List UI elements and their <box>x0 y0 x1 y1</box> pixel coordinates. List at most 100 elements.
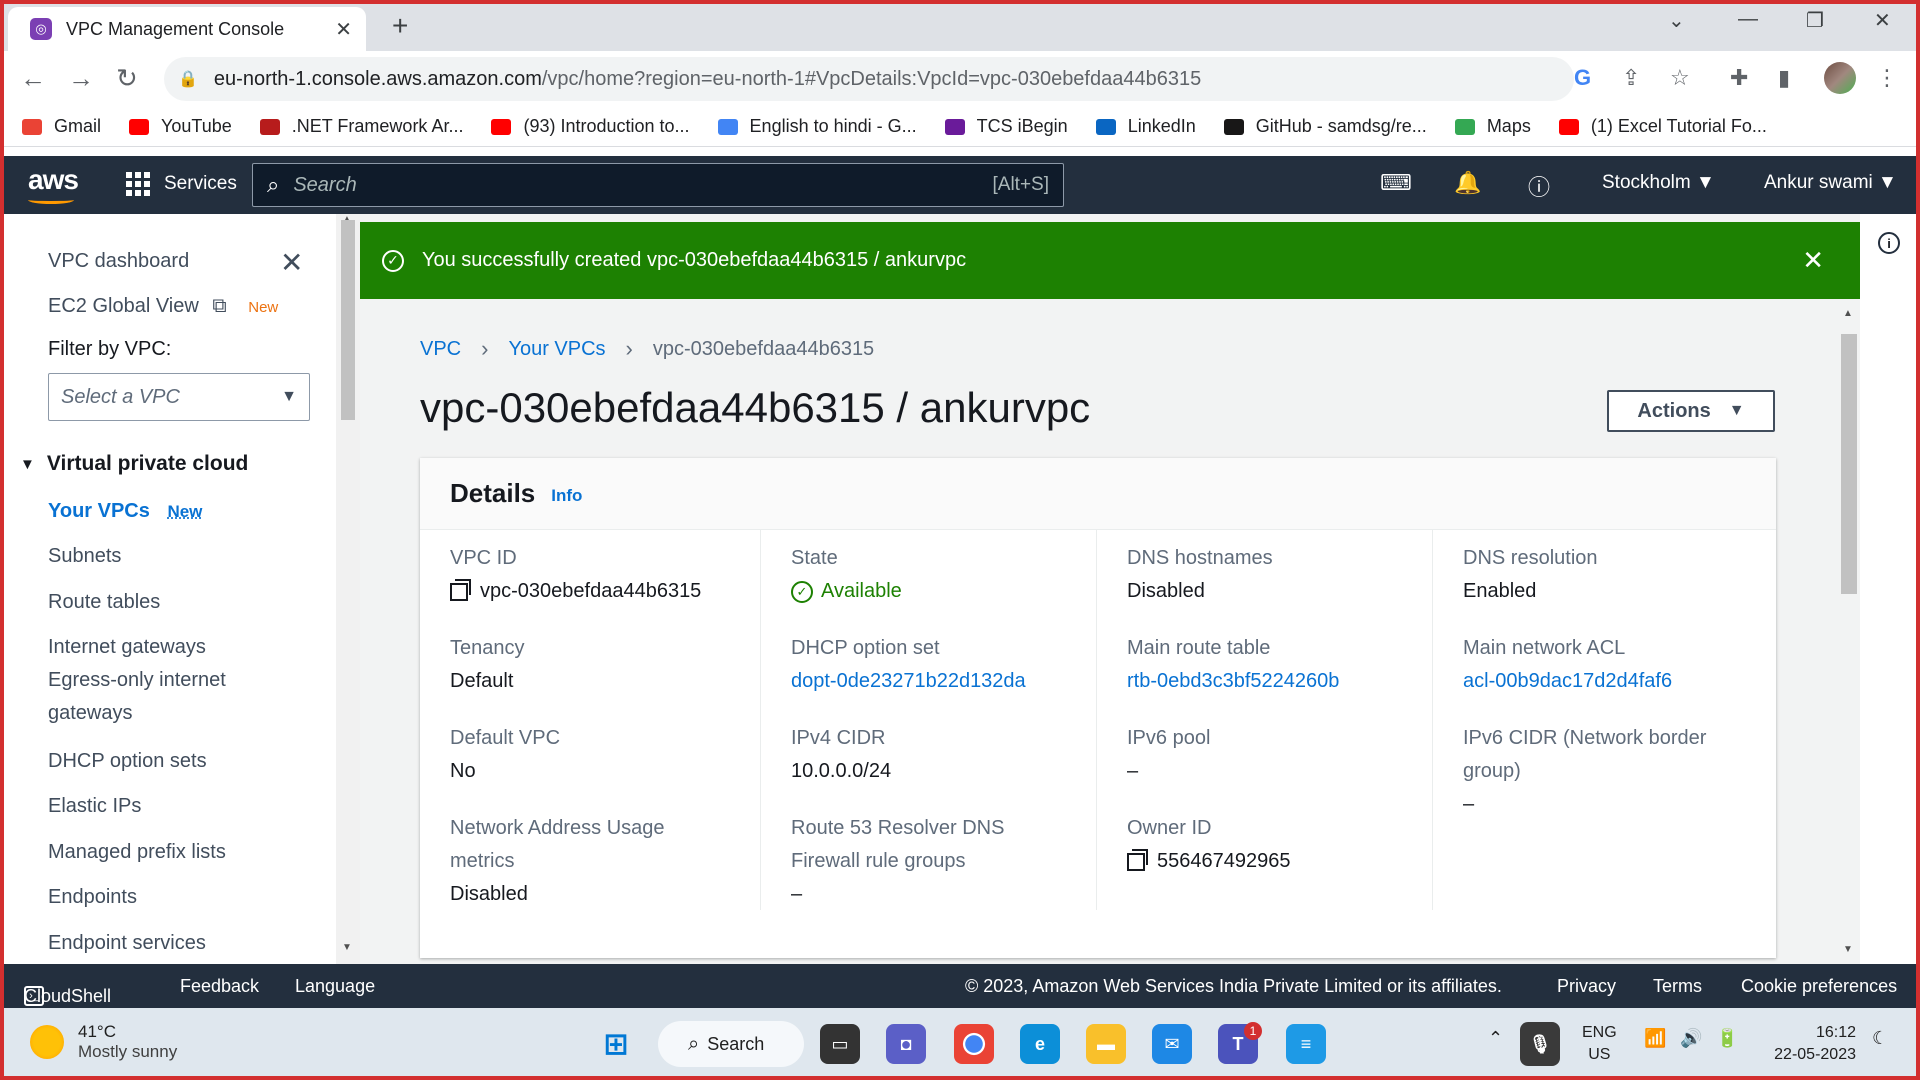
mail-icon[interactable]: ✉ <box>1152 1024 1192 1064</box>
sidebar-item-vpc-dashboard[interactable]: VPC dashboard <box>48 250 189 273</box>
weather-widget[interactable]: 41°C Mostly sunny <box>30 1022 177 1062</box>
sidebar-item-endpoint-services[interactable]: Endpoint services <box>48 932 206 955</box>
notification-center-icon[interactable]: ☾ <box>1872 1028 1888 1049</box>
info-link[interactable]: Info <box>551 486 582 506</box>
scrollbar-thumb[interactable] <box>1841 334 1857 594</box>
sidebar-item-subnets[interactable]: Subnets <box>48 545 121 568</box>
breadcrumb-your-vpcs[interactable]: Your VPCs <box>508 338 605 361</box>
copy-icon[interactable] <box>1127 848 1148 871</box>
notifications-bell-icon[interactable]: 🔔 <box>1454 170 1481 196</box>
google-lens-icon[interactable]: G <box>1574 65 1591 91</box>
tab-search-icon[interactable]: ⌄ <box>1668 8 1685 33</box>
bookmark-item[interactable]: Gmail <box>22 116 101 137</box>
flash-dismiss-icon[interactable]: ✕ <box>1802 245 1824 276</box>
scroll-down-icon[interactable]: ▼ <box>1843 944 1853 955</box>
window-close-icon[interactable]: ✕ <box>1874 8 1891 33</box>
tray-overflow-icon[interactable]: ⌃ <box>1488 1028 1503 1049</box>
help-icon[interactable]: ⓘ <box>1528 170 1550 202</box>
main-scrollbar[interactable]: ▲ ▼ <box>1836 304 1860 964</box>
scroll-down-icon[interactable]: ▼ <box>342 942 352 953</box>
dhcp-link[interactable]: dopt-0de23271b22d132da <box>791 665 1091 698</box>
field-label: DNS hostnames <box>1127 547 1273 569</box>
bookmark-star-icon[interactable]: ☆ <box>1670 65 1690 91</box>
field-label: Network Address Usage metrics <box>450 817 665 872</box>
search-placeholder: Search <box>293 173 357 196</box>
services-menu[interactable]: Services <box>126 172 237 196</box>
main-content: ✓ You successfully created vpc-030ebefda… <box>360 214 1860 964</box>
copy-icon[interactable] <box>450 578 471 601</box>
bookmark-item[interactable]: LinkedIn <box>1095 116 1196 137</box>
network-acl-link[interactable]: acl-00b9dac17d2d4faf6 <box>1463 665 1763 698</box>
sidebar-item-internet-gateways[interactable]: Internet gateways <box>48 636 206 659</box>
chrome-menu-icon[interactable]: ⋮ <box>1876 65 1898 91</box>
bookmark-item[interactable]: (93) Introduction to... <box>491 116 690 137</box>
bookmark-item[interactable]: English to hindi - G... <box>717 116 917 137</box>
aws-search-input[interactable]: ⌕ Search [Alt+S] <box>252 163 1064 207</box>
bookmark-item[interactable]: .NET Framework Ar... <box>259 116 463 137</box>
new-tab-icon[interactable]: + <box>392 10 408 42</box>
language-link[interactable]: Language <box>295 976 375 997</box>
windows-start-icon[interactable]: ⊞ <box>596 1024 636 1064</box>
teams-chat-icon[interactable]: ◘ <box>886 1024 926 1064</box>
bookmark-item[interactable]: GitHub - samdsg/re... <box>1223 116 1427 137</box>
field-main-network-acl: Main network ACL acl-00b9dac17d2d4faf6 <box>1463 632 1763 698</box>
restore-icon[interactable]: ❐ <box>1806 8 1824 33</box>
breadcrumb-current: vpc-030ebefdaa44b6315 <box>652 337 875 360</box>
edge-icon[interactable]: e <box>1020 1024 1060 1064</box>
route-table-link[interactable]: rtb-0ebd3c3bf5224260b <box>1127 665 1427 698</box>
sidebar-item-your-vpcs[interactable]: Your VPCs New <box>48 500 202 523</box>
cloudshell-icon[interactable]: ⌨ <box>1380 170 1412 196</box>
bookmark-item[interactable]: TCS iBegin <box>944 116 1068 137</box>
language-indicator[interactable]: ENG US <box>1582 1022 1617 1066</box>
bookmark-item[interactable]: (1) Excel Tutorial Fo... <box>1558 116 1767 137</box>
back-icon[interactable]: ← <box>20 63 46 94</box>
forward-icon[interactable]: → <box>68 63 94 94</box>
sidebar-item-endpoints[interactable]: Endpoints <box>48 886 137 909</box>
tab-close-icon[interactable]: ✕ <box>335 17 352 42</box>
chrome-icon[interactable] <box>954 1024 994 1064</box>
ipv6-pool-value: – <box>1127 760 1139 782</box>
notepad-icon[interactable]: ≡ <box>1286 1024 1326 1064</box>
extensions-icon[interactable]: ✚ <box>1730 65 1748 91</box>
breadcrumb-vpc[interactable]: VPC <box>420 338 461 361</box>
account-menu[interactable]: Ankur swami ▼ <box>1764 172 1897 194</box>
aws-logo[interactable]: aws <box>28 164 79 196</box>
scroll-up-icon[interactable]: ▲ <box>1843 308 1853 319</box>
cookie-preferences-link[interactable]: Cookie preferences <box>1741 976 1897 997</box>
profile-avatar[interactable] <box>1824 62 1856 94</box>
share-icon[interactable]: ⇪ <box>1622 65 1640 91</box>
bookmark-item[interactable]: Maps <box>1454 116 1531 137</box>
reload-icon[interactable]: ↻ <box>116 63 138 94</box>
section-virtual-private-cloud[interactable]: ▼ Virtual private cloud <box>20 452 248 476</box>
field-owner-id: Owner ID 556467492965 <box>1127 812 1427 878</box>
sidebar-item-managed-prefix-lists[interactable]: Managed prefix lists <box>48 841 226 864</box>
minimize-icon[interactable]: — <box>1738 8 1758 31</box>
sidebar-item-ec2-global-view[interactable]: EC2 Global View ⧉ New <box>48 295 278 318</box>
side-panel-icon[interactable]: ▮ <box>1778 65 1790 91</box>
file-explorer-icon[interactable]: ▬ <box>1086 1024 1126 1064</box>
microphone-icon[interactable]: 🎙 <box>1520 1022 1560 1066</box>
sidebar-close-icon[interactable]: ✕ <box>280 246 303 279</box>
clock[interactable]: 16:12 22-05-2023 <box>1764 1022 1856 1066</box>
taskbar-search[interactable]: ⌕ Search <box>658 1021 804 1067</box>
vpc-filter-select[interactable]: Select a VPC ▼ <box>48 373 310 421</box>
actions-button[interactable]: Actions ▼ <box>1607 390 1775 432</box>
address-bar[interactable]: 🔒 eu-north-1.console.aws.amazon.com/vpc/… <box>164 57 1574 101</box>
sidebar-item-dhcp-option-sets[interactable]: DHCP option sets <box>48 750 207 773</box>
wifi-icon[interactable]: 📶 <box>1644 1028 1666 1049</box>
sidebar-item-egress-only-internet-gateways[interactable]: Egress-only internet gateways <box>48 664 288 730</box>
browser-tab[interactable]: ◎ VPC Management Console ✕ <box>8 7 366 51</box>
battery-icon[interactable]: 🔋 <box>1716 1028 1738 1049</box>
privacy-link[interactable]: Privacy <box>1557 976 1616 997</box>
region-selector[interactable]: Stockholm ▼ <box>1602 172 1715 194</box>
sidebar-item-elastic-ips[interactable]: Elastic IPs <box>48 795 141 818</box>
scrollbar-thumb[interactable] <box>341 220 355 420</box>
task-view-icon[interactable]: ▭ <box>820 1024 860 1064</box>
info-icon[interactable]: i <box>1878 232 1900 254</box>
sidebar-item-route-tables[interactable]: Route tables <box>48 591 160 614</box>
terms-link[interactable]: Terms <box>1653 976 1702 997</box>
feedback-link[interactable]: Feedback <box>180 976 259 997</box>
bookmark-item[interactable]: YouTube <box>129 116 232 137</box>
volume-icon[interactable]: 🔊 <box>1680 1028 1702 1049</box>
sidebar-scrollbar[interactable]: ▲ ▼ <box>336 214 360 964</box>
